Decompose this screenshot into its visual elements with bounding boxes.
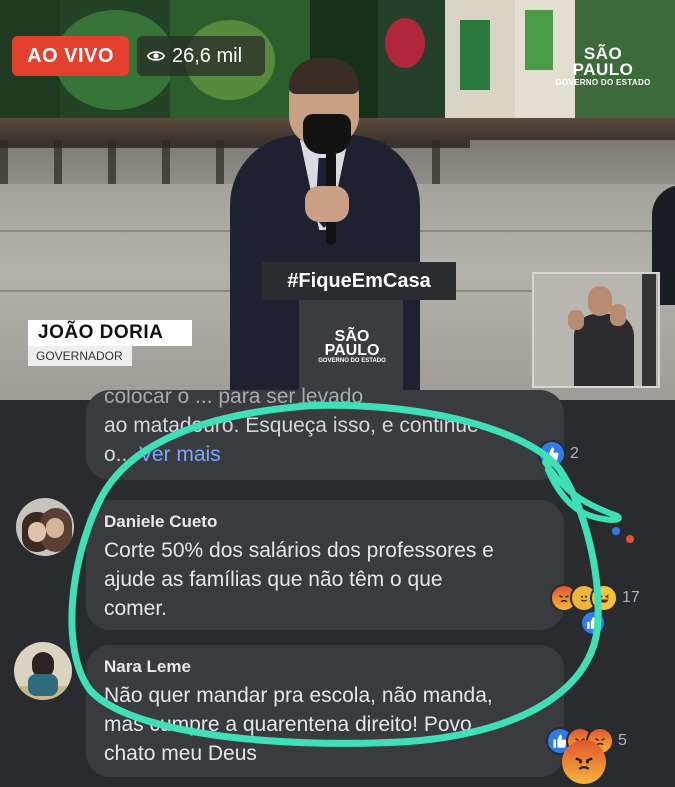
thumbs-up-icon (538, 440, 566, 468)
speaker-hand (305, 186, 349, 222)
reaction-angry-large (562, 740, 606, 784)
comment-reactions[interactable]: 2 (538, 440, 579, 468)
lower-third-title: GOVERNADOR (28, 346, 132, 366)
comment-text: Não quer mandar pra escola, não manda, m… (104, 681, 559, 768)
comment-text-end: o... (104, 443, 134, 466)
live-badge: AO VIVO (12, 36, 129, 76)
comment-text-line: colocar o ... para ser levado (104, 385, 364, 408)
comment-bubble: Nara Leme Não quer mandar pra escola, nã… (86, 645, 564, 777)
comment-text-line: o... Ver mais (104, 440, 559, 469)
see-more-link[interactable]: Ver mais (139, 443, 221, 466)
comment-reactions[interactable]: 17 (550, 584, 640, 612)
interpreter-hand (610, 304, 626, 326)
laughing-face-icon (590, 584, 618, 612)
broadcaster-logo: SÃO PAULO GOVERNO DO ESTADO (553, 44, 653, 87)
logo-line2: GOVERNO DO ESTADO (555, 78, 651, 87)
angry-face-icon (562, 740, 606, 784)
comment-text-line: comer. (104, 597, 168, 620)
comment-author[interactable]: Nara Leme (104, 657, 191, 677)
comment-text-line: ajude as famílias que não têm o que (104, 568, 443, 591)
comment-bubble: Daniele Cueto Corte 50% dos salários dos… (86, 500, 564, 630)
comment-text-line: mas cumpre a quarentena direito! Povo (104, 713, 472, 736)
comments-list: colocar o ... para ser levado ao matadou… (0, 385, 675, 787)
avatar-shape (28, 522, 46, 542)
comment-bubble: colocar o ... para ser levado ao matadou… (86, 385, 564, 480)
avatar[interactable] (16, 498, 74, 556)
avatar-shape (28, 674, 58, 696)
thumbs-up-icon (580, 610, 606, 636)
reaction-like (580, 610, 606, 636)
reaction-dot (626, 535, 634, 543)
podium-logo: SÃO PAULO GOVERNO DO ESTADO (306, 328, 398, 365)
podium-sign: #FiqueEmCasa (262, 262, 456, 300)
live-video[interactable]: #FiqueEmCasa SÃO PAULO GOVERNO DO ESTADO… (0, 0, 675, 400)
reaction-count: 17 (622, 589, 640, 606)
face-mask (303, 114, 351, 154)
comment-text-line: chato meu Deus (104, 742, 257, 765)
comment-text-line: ao matadouro. Esqueça isso, e continue (104, 414, 479, 437)
comment-text-line: Corte 50% dos salários dos professores e (104, 539, 494, 562)
comment-text: colocar o ... para ser levado ao matadou… (104, 382, 559, 469)
logo-line1: SÃO PAULO (572, 44, 634, 79)
viewer-count: 26,6 mil (137, 36, 265, 76)
avatar[interactable] (14, 642, 72, 700)
reaction-count: 5 (618, 732, 627, 749)
viewer-count-value: 26,6 mil (172, 44, 243, 67)
lower-third-name: JOÃO DORIA (28, 320, 192, 346)
comment-author[interactable]: Daniele Cueto (104, 512, 217, 532)
comment-text: Corte 50% dos salários dos professores e… (104, 536, 559, 623)
logo-line2: GOVERNO DO ESTADO (318, 358, 386, 364)
logo-line1: SÃO PAULO (324, 328, 380, 359)
interpreter-hand (568, 310, 584, 330)
sign-language-interpreter (532, 272, 660, 388)
interpreter-stand (642, 274, 656, 386)
reaction-count: 2 (570, 445, 579, 462)
interpreter-head (588, 286, 612, 316)
reaction-dot (612, 527, 620, 535)
eye-icon (147, 51, 165, 61)
avatar-shape (46, 518, 64, 538)
comment-text-line: Não quer mandar pra escola, não manda, (104, 684, 493, 707)
